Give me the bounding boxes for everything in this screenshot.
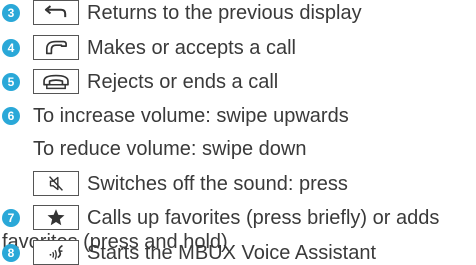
item-text-line2: To reduce volume: swipe down <box>33 138 307 160</box>
item-subtext: Switches off the sound: press <box>87 173 348 195</box>
item-text: Calls up favorites (press briefly) or ad… <box>87 207 440 229</box>
step-number-badge: 3 <box>2 4 20 22</box>
item-text: Rejects or ends a call <box>87 71 279 93</box>
voice-assistant-icon <box>33 240 79 265</box>
phone-accept-icon <box>33 35 79 60</box>
step-number-badge: 5 <box>2 73 20 91</box>
star-favorites-icon <box>33 205 79 230</box>
item-text: Makes or accepts a call <box>87 37 296 59</box>
step-number-badge: 8 <box>2 244 20 262</box>
item-text: Returns to the previous display <box>87 2 362 24</box>
back-arrow-icon <box>33 0 79 25</box>
item-text: Starts the MBUX Voice Assistant <box>87 242 377 264</box>
step-number-badge: 7 <box>2 209 20 227</box>
item-text: To increase volume: swipe upwards <box>33 105 349 127</box>
step-number-badge: 4 <box>2 39 20 57</box>
step-number-badge: 6 <box>2 107 20 125</box>
mute-speaker-icon <box>33 171 79 196</box>
phone-reject-icon <box>33 69 79 94</box>
